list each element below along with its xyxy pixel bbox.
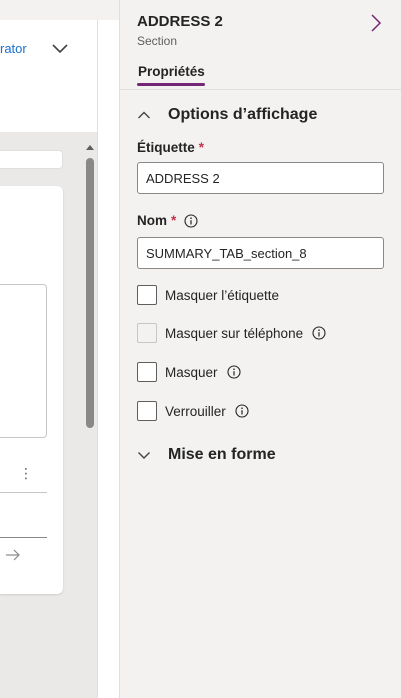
info-icon[interactable] bbox=[226, 365, 241, 379]
tab-properties[interactable]: Propriétés bbox=[138, 64, 205, 79]
hide-label-checkbox[interactable] bbox=[137, 285, 157, 305]
scroll-up-icon[interactable] bbox=[86, 145, 94, 150]
canvas-header bbox=[0, 20, 97, 132]
more-vertical-icon[interactable]: ⋮ bbox=[19, 466, 33, 480]
label-field-caption: Étiquette * bbox=[137, 140, 204, 155]
chevron-down-icon bbox=[138, 452, 150, 459]
section-formatting-toggle[interactable]: Mise en forme bbox=[137, 444, 276, 466]
properties-pane: ADDRESS 2 Section Propriétés Options d’a… bbox=[119, 0, 401, 698]
arrow-right-icon[interactable] bbox=[5, 548, 21, 562]
label-input[interactable] bbox=[137, 162, 384, 194]
chevron-right-icon[interactable] bbox=[369, 13, 383, 33]
name-input[interactable] bbox=[137, 237, 384, 269]
card-divider bbox=[0, 492, 47, 493]
pane-subtitle: Section bbox=[137, 34, 178, 48]
checkbox-label: Verrouiller bbox=[165, 403, 226, 419]
field-caption-text: Nom bbox=[137, 213, 167, 228]
lock-checkbox[interactable] bbox=[137, 401, 157, 421]
hide-on-phone-checkbox bbox=[137, 323, 157, 343]
scrollbar-thumb[interactable] bbox=[86, 158, 94, 428]
section-title: Options d’affichage bbox=[168, 106, 318, 123]
hide-label-checkbox-row[interactable]: Masquer l’étiquette bbox=[137, 284, 279, 306]
field-caption-text: Étiquette bbox=[137, 140, 195, 155]
tab-active-indicator bbox=[137, 83, 205, 86]
hide-on-phone-checkbox-row: Masquer sur téléphone bbox=[137, 322, 326, 344]
checkbox-label: Masquer l’étiquette bbox=[165, 287, 280, 303]
canvas-search-bar[interactable] bbox=[0, 150, 63, 169]
required-marker: * bbox=[198, 140, 205, 155]
info-icon[interactable] bbox=[312, 326, 326, 340]
section-display-options-toggle[interactable]: Options d’affichage bbox=[137, 104, 317, 126]
card-field-underline bbox=[0, 537, 47, 538]
info-icon[interactable] bbox=[184, 213, 198, 228]
hide-checkbox[interactable] bbox=[137, 362, 157, 382]
name-field-caption: Nom * bbox=[137, 213, 198, 228]
canvas-right-gutter bbox=[97, 20, 119, 698]
form-field-box[interactable] bbox=[0, 284, 47, 438]
chevron-up-icon bbox=[138, 111, 150, 119]
form-section-card[interactable]: ⋮ bbox=[0, 186, 63, 594]
lock-checkbox-row[interactable]: Verrouiller bbox=[137, 400, 249, 422]
hide-checkbox-row[interactable]: Masquer bbox=[137, 361, 241, 383]
checkbox-label: Masquer bbox=[165, 364, 218, 380]
tab-divider bbox=[120, 89, 401, 90]
required-marker: * bbox=[171, 213, 177, 228]
app-creator-link[interactable]: rator bbox=[0, 41, 27, 56]
checkbox-label: Masquer sur téléphone bbox=[165, 325, 304, 341]
chevron-down-icon[interactable] bbox=[51, 41, 69, 57]
pane-title: ADDRESS 2 bbox=[137, 13, 223, 30]
form-canvas: rator ⋮ bbox=[0, 0, 119, 698]
section-title: Mise en forme bbox=[168, 446, 276, 463]
info-icon[interactable] bbox=[235, 404, 249, 418]
